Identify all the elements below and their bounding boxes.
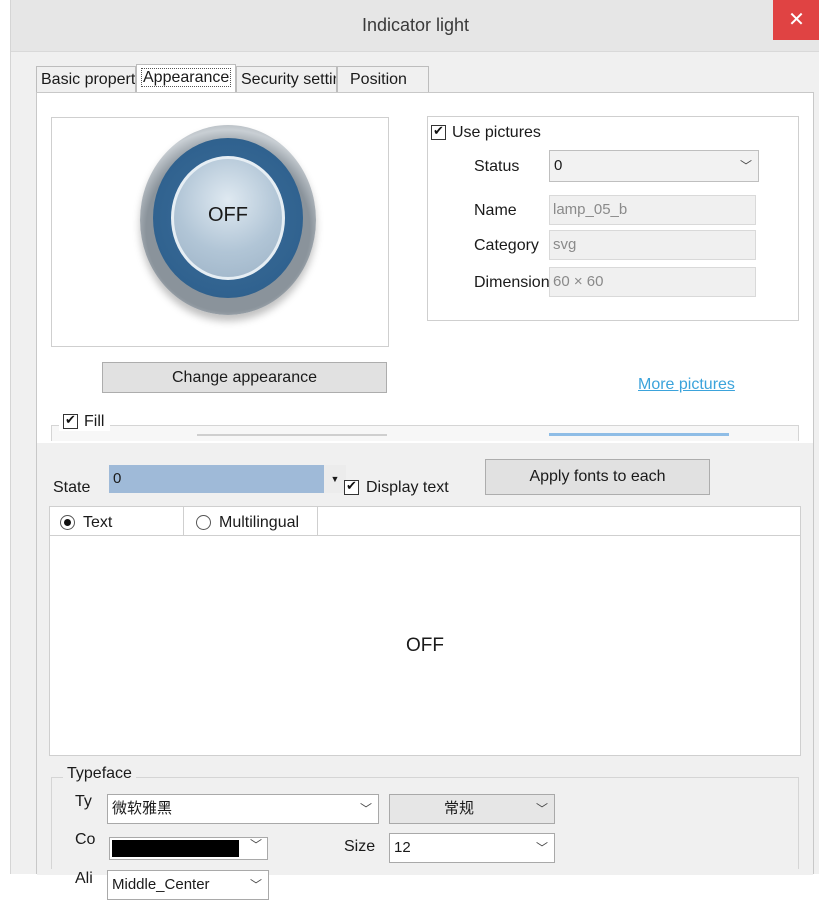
more-pictures-link[interactable]: More pictures	[638, 376, 735, 394]
text-radio[interactable]	[60, 515, 75, 531]
status-label: Status	[474, 158, 520, 175]
subtab-multilingual[interactable]: Multilingual	[184, 507, 318, 535]
display-text-option[interactable]: Display text	[344, 478, 449, 497]
display-text-label: Display text	[366, 479, 449, 496]
text-panel: Text Multilingual OFF	[49, 506, 801, 756]
dropdown-arrow-icon[interactable]: ▼	[324, 465, 346, 493]
font-color-swatch	[112, 840, 239, 857]
category-field: svg	[549, 230, 756, 260]
status-select[interactable]: 0 ﹀	[549, 150, 759, 182]
fill-divider-highlight	[549, 433, 729, 436]
apply-fonts-button[interactable]: Apply fonts to each	[485, 459, 710, 495]
tab-label: Appearance	[141, 68, 232, 87]
lamp-preview: OFF	[51, 117, 389, 347]
display-text-checkbox[interactable]	[344, 478, 359, 496]
chevron-down-icon: ﹀	[535, 802, 548, 816]
font-style-value: 常规	[443, 800, 474, 817]
font-family-value: 微软雅黑	[112, 800, 173, 817]
color-label: Co	[75, 831, 96, 848]
font-style-select[interactable]: 常规 ﹀	[389, 794, 555, 824]
font-family-select[interactable]: 微软雅黑 ﹀	[107, 794, 379, 824]
tab-security-settings[interactable]: Security settings	[236, 66, 337, 94]
name-field: lamp_05_b	[549, 195, 756, 225]
window-title: Indicator light	[361, 15, 470, 35]
category-label: Category	[474, 237, 539, 254]
indicator-light-dialog: Indicator light ✕ Basic properties Appea…	[10, 0, 819, 900]
dimension-field: 60 × 60	[549, 267, 756, 297]
font-color-picker[interactable]: ﹀	[109, 837, 268, 860]
fill-option[interactable]: Fill	[59, 412, 111, 431]
state-label: State	[53, 479, 91, 496]
title-bar: Indicator light ✕	[11, 0, 819, 52]
chevron-down-icon: ﹀	[535, 841, 548, 855]
lamp-core: OFF	[171, 156, 285, 280]
dialog-content: Basic properties Appearance Security set…	[11, 52, 819, 900]
status-value: 0	[554, 157, 563, 174]
alignment-select[interactable]: Middle_Center ﹀	[107, 870, 269, 900]
size-label: Size	[344, 838, 376, 855]
lamp-icon: OFF	[140, 125, 316, 315]
text-subtabs: Text Multilingual	[50, 507, 800, 536]
subtab-label: Multilingual	[219, 514, 300, 531]
chevron-down-icon: ﹀	[249, 878, 262, 892]
alignment-value: Middle_Center	[112, 876, 210, 893]
font-size-select[interactable]: 12 ﹀	[389, 833, 555, 863]
fill-checkbox[interactable]	[63, 412, 78, 430]
tab-label: Security settings	[241, 71, 336, 88]
tab-label: Position	[350, 71, 407, 88]
type-label: Ty	[75, 793, 92, 810]
state-select[interactable]: 0	[109, 465, 324, 493]
typeface-legend: Typeface	[63, 765, 136, 783]
subtab-label: Text	[83, 514, 113, 531]
lamp-state-text: OFF	[208, 204, 248, 226]
subtab-text[interactable]: Text	[50, 507, 184, 535]
change-appearance-button[interactable]: Change appearance	[102, 362, 387, 393]
chevron-down-icon: ﹀	[359, 802, 372, 816]
tab-label: Basic properties	[41, 71, 136, 88]
align-label: Ali	[75, 870, 93, 887]
lamp-ring: OFF	[153, 138, 303, 298]
tab-position[interactable]: Position	[337, 66, 429, 94]
text-preview: OFF	[406, 635, 444, 656]
tab-basic-properties[interactable]: Basic properties	[36, 66, 136, 94]
use-pictures-label: Use pictures	[452, 124, 541, 141]
use-pictures-option[interactable]: Use pictures	[431, 123, 541, 142]
font-size-value: 12	[394, 839, 411, 856]
fill-label: Fill	[84, 413, 105, 430]
name-label: Name	[474, 202, 517, 219]
appearance-tab-page: OFF Change appearance Use pictures Statu…	[36, 92, 814, 900]
close-button[interactable]: ✕	[773, 0, 819, 40]
use-pictures-checkbox[interactable]	[431, 123, 446, 141]
use-pictures-group: Use pictures Status 0 ﹀ Name lamp_05_b C…	[427, 116, 799, 321]
chevron-down-icon: ﹀	[249, 838, 262, 852]
tab-appearance[interactable]: Appearance	[136, 64, 236, 94]
chevron-down-icon: ﹀	[739, 159, 752, 173]
dimension-label: Dimension	[474, 274, 550, 291]
multilingual-radio[interactable]	[196, 515, 211, 531]
fill-divider	[197, 434, 387, 436]
